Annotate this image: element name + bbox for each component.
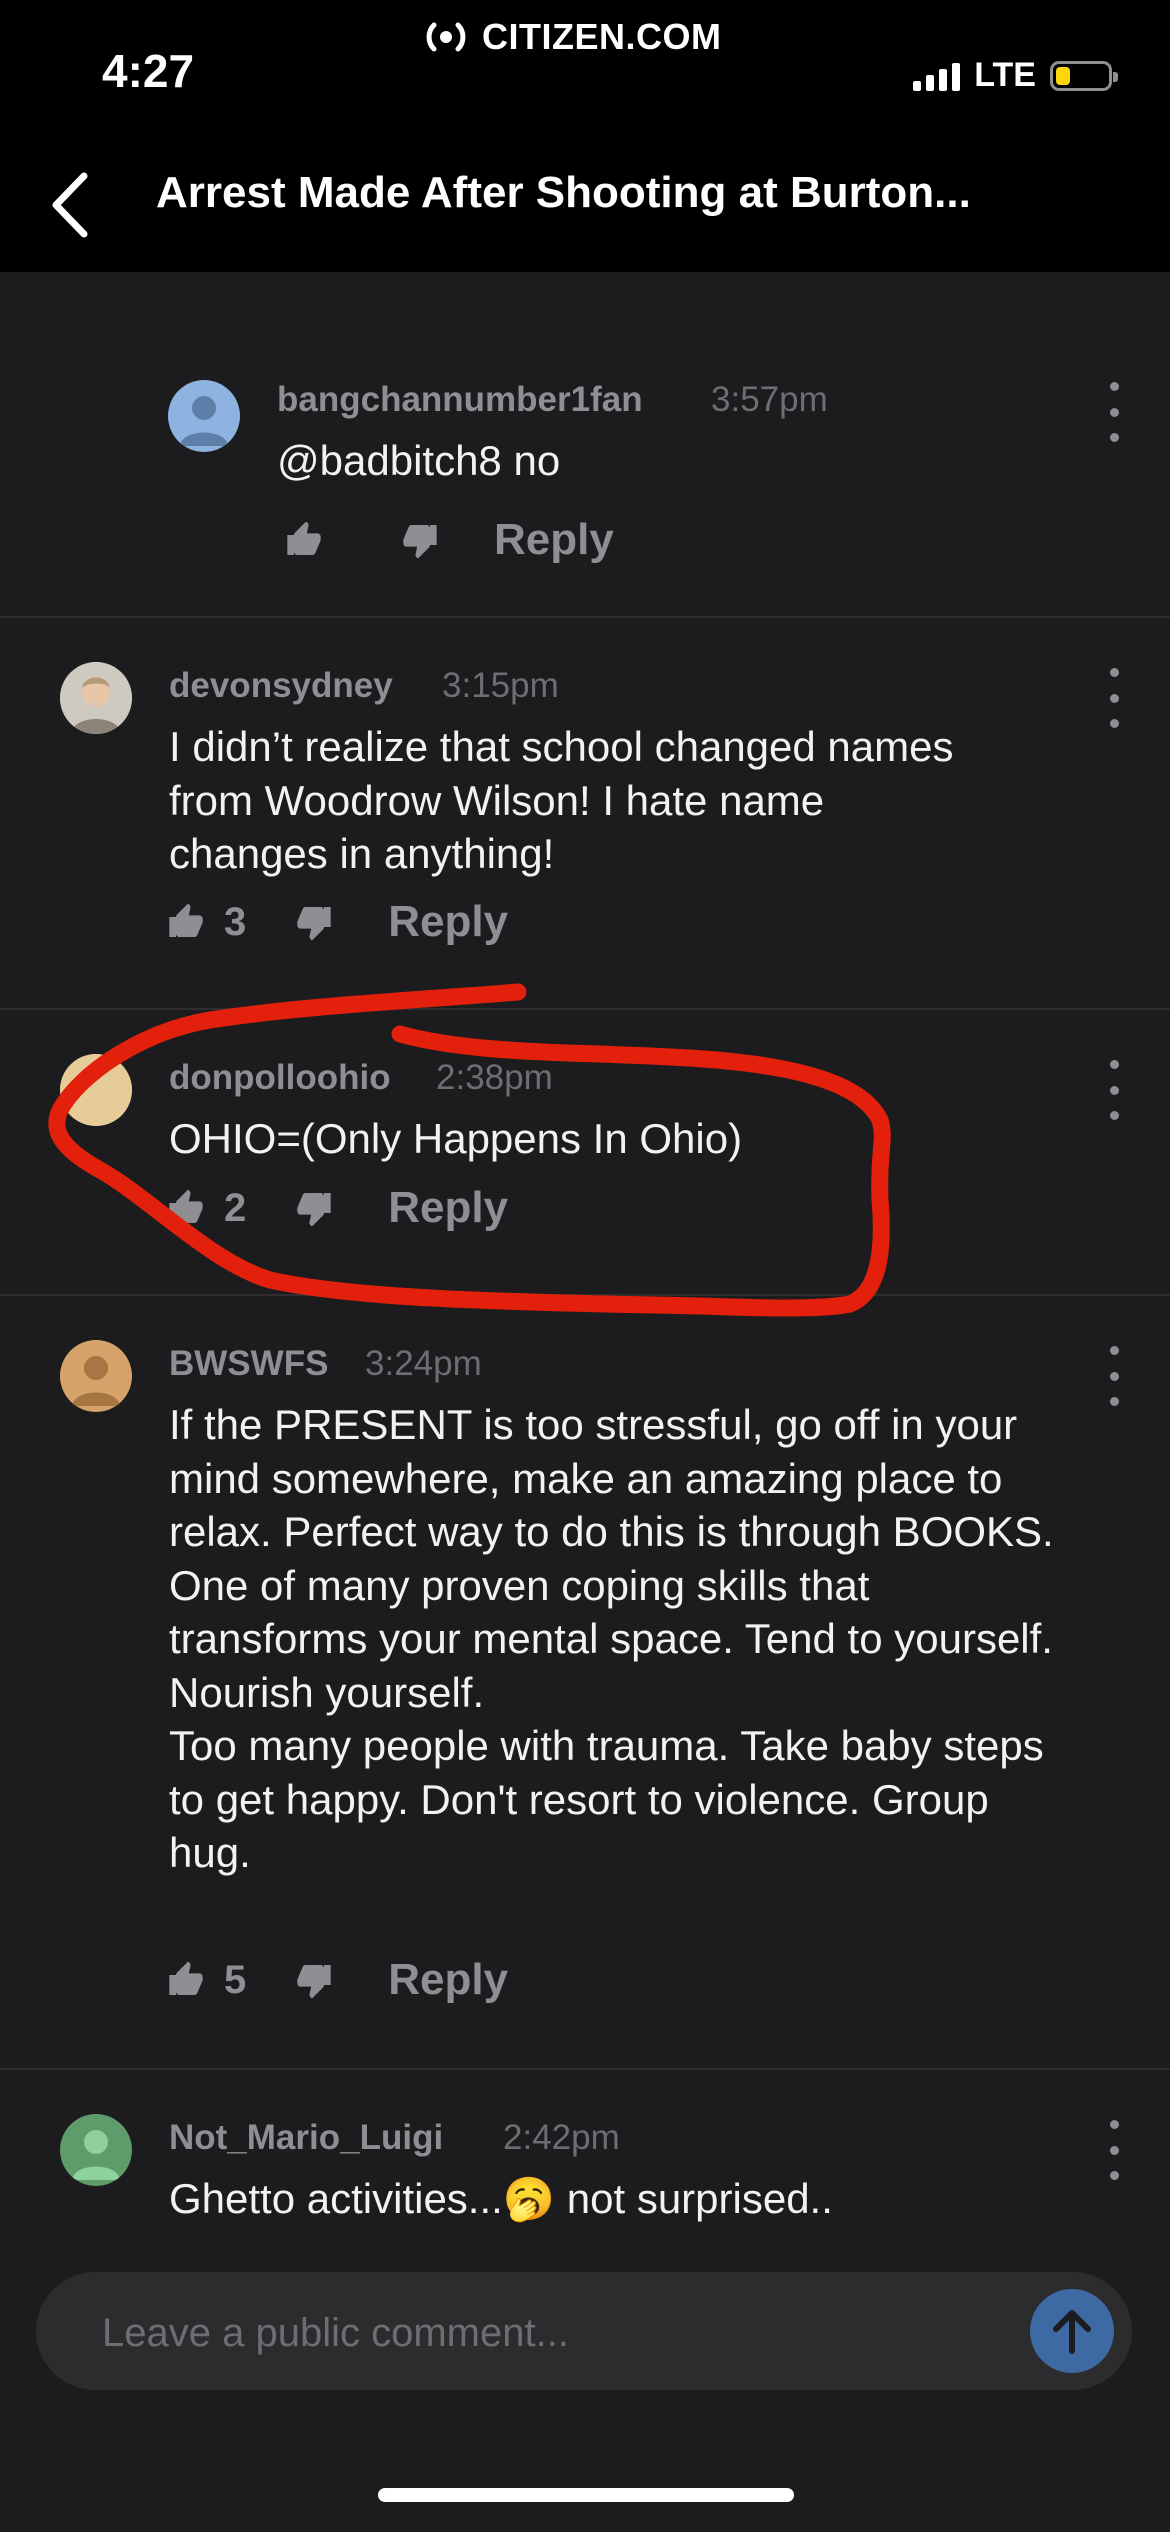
thumbs-down-icon[interactable] <box>294 1960 334 2000</box>
comment-actions: 5 Reply <box>166 1950 508 2010</box>
reply-button[interactable]: Reply <box>494 515 614 565</box>
more-options-button[interactable] <box>1102 2120 1126 2180</box>
comment-username[interactable]: devonsydney <box>169 666 393 706</box>
comment-actions: 2 Reply <box>166 1178 508 1238</box>
network-label: LTE <box>974 56 1036 94</box>
avatar[interactable] <box>60 1340 132 1412</box>
status-time: 4:27 <box>102 45 195 97</box>
thumbs-down-icon[interactable] <box>294 1188 334 1228</box>
comment-item: Not_Mario_Luigi 2:42pm Ghetto activities… <box>0 2068 1170 2234</box>
comment-actions: Reply <box>284 510 614 570</box>
comment-time: 3:24pm <box>365 1344 482 1383</box>
comment-text: If the PRESENT is too stressful, go off … <box>169 1401 1054 1876</box>
comment-time: 2:42pm <box>503 2118 620 2157</box>
user-avatar-icon <box>72 1356 120 1406</box>
like-count: 2 <box>224 1185 247 1230</box>
more-vertical-icon <box>1109 382 1119 391</box>
top-bar: 4:27 CITIZEN.COM LTE Arrest Made After S… <box>0 0 1170 272</box>
user-avatar-icon <box>180 396 228 446</box>
reply-button[interactable]: Reply <box>388 897 508 947</box>
thumbs-up-icon[interactable] <box>166 1188 206 1228</box>
send-button[interactable] <box>1030 2289 1114 2373</box>
user-avatar-icon <box>60 662 132 734</box>
more-vertical-icon <box>1109 1346 1119 1355</box>
avatar[interactable] <box>60 1054 132 1126</box>
comment-text: OHIO=(Only Happens In Ohio) <box>169 1115 743 1162</box>
thumbs-up-icon[interactable] <box>166 902 206 942</box>
comment-time: 3:57pm <box>711 380 828 419</box>
more-vertical-icon <box>1109 668 1119 677</box>
more-options-button[interactable] <box>1102 1346 1126 1406</box>
more-vertical-icon <box>1109 1060 1119 1069</box>
page-title: Arrest Made After Shooting at Burton... <box>156 168 971 217</box>
comment-text: @badbitch8 no <box>277 437 561 484</box>
comment-composer <box>36 2272 1132 2390</box>
thumbs-up-icon[interactable] <box>166 1960 206 2000</box>
battery-icon <box>1050 60 1118 91</box>
comment-text: Ghetto activities...🥱 not surprised.. <box>169 2175 833 2222</box>
like-count: 5 <box>224 1957 247 2002</box>
avatar[interactable] <box>60 2114 132 2186</box>
home-indicator[interactable] <box>378 2488 794 2502</box>
status-indicators: LTE <box>913 56 1118 95</box>
reply-button[interactable]: Reply <box>388 1183 508 1233</box>
comment-username[interactable]: donpolloohio <box>169 1058 391 1098</box>
comment-item: donpolloohio 2:38pm OHIO=(Only Happens I… <box>0 1008 1170 1296</box>
thumbs-down-icon[interactable] <box>400 520 440 560</box>
comment-actions: 3 Reply <box>166 892 508 952</box>
more-vertical-icon <box>1109 2120 1119 2129</box>
broadcast-icon <box>426 22 466 52</box>
comment-input[interactable] <box>100 2302 984 2364</box>
status-carrier-label: CITIZEN.COM <box>482 16 722 57</box>
comment-username[interactable]: Not_Mario_Luigi <box>169 2118 443 2158</box>
like-count: 3 <box>224 899 247 944</box>
signal-icon <box>913 61 961 91</box>
back-button[interactable] <box>40 165 100 245</box>
comments-list[interactable]: bangchannumber1fan 3:57pm @badbitch8 no … <box>0 272 1170 2234</box>
avatar[interactable] <box>60 662 132 734</box>
reply-button[interactable]: Reply <box>388 1955 508 2005</box>
comment-item: bangchannumber1fan 3:57pm @badbitch8 no … <box>0 272 1170 618</box>
comment-text: I didn’t realize that school changed nam… <box>169 723 954 877</box>
back-chevron-icon <box>52 172 88 238</box>
avatar[interactable] <box>168 380 240 452</box>
user-avatar-icon <box>72 2130 120 2180</box>
status-carrier: CITIZEN.COM <box>418 16 721 58</box>
comment-item: devonsydney 3:15pm I didn’t realize that… <box>0 616 1170 1010</box>
more-options-button[interactable] <box>1102 1060 1126 1120</box>
more-options-button[interactable] <box>1102 668 1126 728</box>
thumbs-down-icon[interactable] <box>294 902 334 942</box>
previous-comment-remnant <box>344 272 674 284</box>
comment-time: 2:38pm <box>436 1058 553 1097</box>
thumbs-up-icon[interactable] <box>284 520 324 560</box>
more-options-button[interactable] <box>1102 382 1126 442</box>
comment-username[interactable]: BWSWFS <box>169 1344 328 1384</box>
user-avatar-icon <box>60 1054 132 1126</box>
arrow-up-icon <box>1053 2310 1091 2354</box>
comment-username[interactable]: bangchannumber1fan <box>277 380 643 420</box>
comment-time: 3:15pm <box>442 666 559 705</box>
comment-item: BWSWFS 3:24pm If the PRESENT is too stre… <box>0 1294 1170 2070</box>
